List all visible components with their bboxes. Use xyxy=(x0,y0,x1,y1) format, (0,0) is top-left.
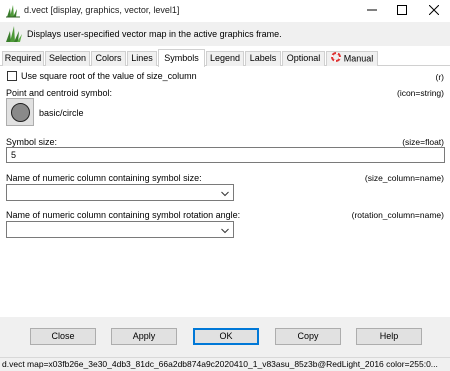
grass-icon xyxy=(5,25,23,43)
tab-label: Manual xyxy=(343,53,374,64)
copy-button[interactable]: Copy xyxy=(275,328,341,345)
maximize-button[interactable] xyxy=(386,0,418,20)
sqrt-checkbox[interactable] xyxy=(7,71,17,81)
tab-label: Symbols xyxy=(164,53,199,63)
module-description: Displays user-specified vector map in th… xyxy=(27,29,282,39)
symbol-size-input[interactable]: 5 xyxy=(6,147,445,163)
size-column-hint: (size_column=name) xyxy=(364,173,444,183)
symbol-value: basic/circle xyxy=(39,108,84,118)
tab-lines[interactable]: Lines xyxy=(127,51,157,66)
size-hint: (size=float) xyxy=(402,137,444,147)
tab-label: Optional xyxy=(286,53,321,63)
tab-bar: Required Selection Colors Lines Symbols … xyxy=(0,49,450,67)
tab-label: Selection xyxy=(48,53,87,63)
tab-colors[interactable]: Colors xyxy=(91,51,126,66)
tab-manual[interactable]: Manual xyxy=(326,51,378,66)
size-label: Symbol size: xyxy=(6,137,58,147)
apply-button[interactable]: Apply xyxy=(111,328,177,345)
tab-required[interactable]: Required xyxy=(2,51,44,66)
window-title: d.vect [display, graphics, vector, level… xyxy=(24,5,180,15)
sqrt-hint: (r) xyxy=(435,72,445,82)
rotation-column-select[interactable] xyxy=(6,221,234,238)
title-bar: d.vect [display, graphics, vector, level… xyxy=(0,0,450,22)
size-column-label: Name of numeric column containing symbol… xyxy=(6,173,202,183)
tab-label: Required xyxy=(4,53,42,63)
tab-label: Labels xyxy=(249,53,277,63)
tab-legend[interactable]: Legend xyxy=(206,51,244,66)
ok-button[interactable]: OK xyxy=(193,328,259,345)
symbol-label: Point and centroid symbol: xyxy=(6,88,113,98)
size-column-select[interactable] xyxy=(6,184,234,201)
tab-labels[interactable]: Labels xyxy=(245,51,281,66)
circle-symbol-icon xyxy=(11,103,30,122)
minimize-button[interactable] xyxy=(356,0,388,20)
lifebuoy-icon xyxy=(330,52,341,66)
tab-symbols[interactable]: Symbols xyxy=(158,49,205,67)
rotation-column-label: Name of numeric column containing symbol… xyxy=(6,210,241,220)
tab-label: Lines xyxy=(131,53,153,63)
tab-optional[interactable]: Optional xyxy=(282,51,325,66)
symbol-picker-button[interactable] xyxy=(6,98,34,126)
rotation-column-hint: (rotation_column=name) xyxy=(351,210,444,220)
chevron-down-icon xyxy=(221,226,229,236)
sqrt-checkbox-label: Use square root of the value of size_col… xyxy=(21,71,197,81)
tab-label: Colors xyxy=(95,53,122,63)
help-button[interactable]: Help xyxy=(356,328,422,345)
tab-label: Legend xyxy=(209,53,241,63)
close-window-button[interactable] xyxy=(418,0,450,20)
command-status-bar: d.vect map=x03fb26e_3e30_4db3_81dc_66a2d… xyxy=(0,357,450,371)
grass-icon xyxy=(6,4,20,18)
module-description-bar: Displays user-specified vector map in th… xyxy=(0,22,450,46)
close-button[interactable]: Close xyxy=(30,328,96,345)
symbol-hint: (icon=string) xyxy=(396,88,444,98)
tab-selection[interactable]: Selection xyxy=(45,51,90,66)
chevron-down-icon xyxy=(221,189,229,199)
